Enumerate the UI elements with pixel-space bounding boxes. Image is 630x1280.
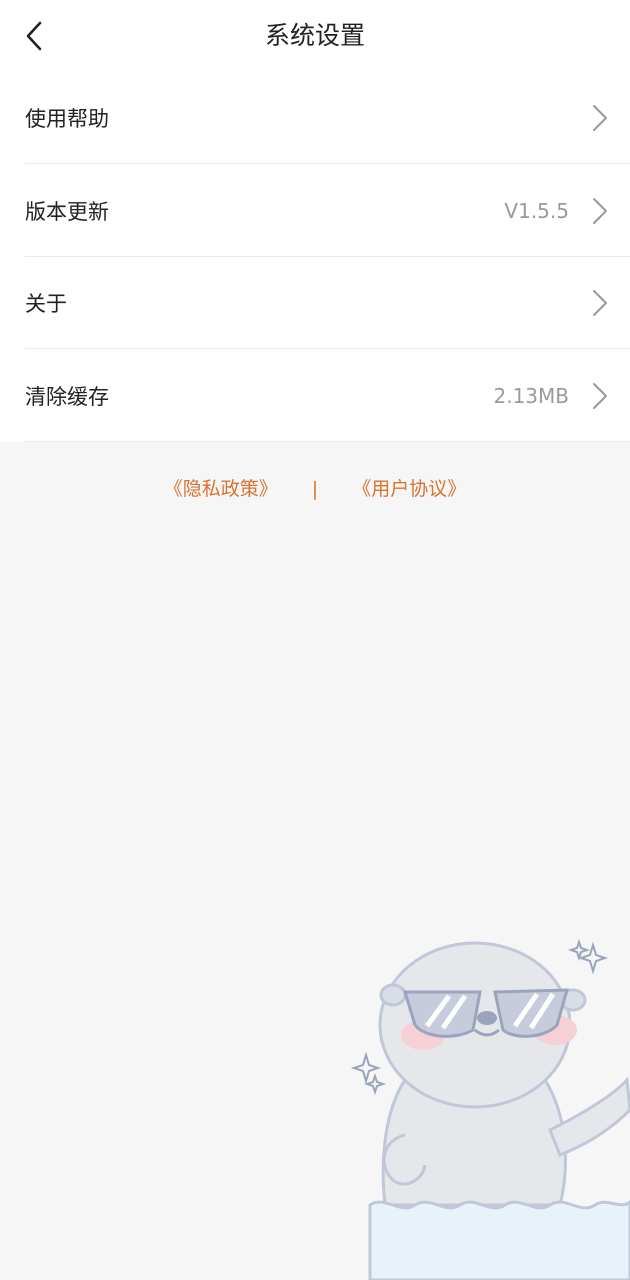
privacy-policy-link[interactable]: 《隐私政策》 [164,478,278,500]
chevron-right-icon [593,382,607,409]
settings-item-about[interactable]: 关于 [25,257,630,349]
chevron-right-icon [593,197,607,224]
link-separator: | [311,478,319,500]
page-title: 系统设置 [264,21,365,50]
settings-item-update[interactable]: 版本更新 V1.5.5 [25,165,630,257]
nav-bar: 系统设置 [0,0,630,72]
settings-item-label: 清除缓存 [25,384,109,409]
settings-panel: 系统设置 使用帮助 版本更新 V1.5.5 关于 清除缓存 2.13MB [0,0,630,442]
version-value: V1.5.5 [504,198,569,223]
settings-item-label: 使用帮助 [25,106,109,131]
legal-links: 《隐私政策》 | 《用户协议》 [0,476,630,502]
settings-item-label: 关于 [25,291,67,316]
otter-sunglasses-illustration [350,938,630,1280]
cache-size-value: 2.13MB [493,383,569,408]
settings-item-label: 版本更新 [25,199,109,224]
settings-item-clear-cache[interactable]: 清除缓存 2.13MB [25,350,630,442]
chevron-right-icon [593,104,607,131]
chevron-right-icon [593,289,607,316]
settings-item-help[interactable]: 使用帮助 [25,72,630,164]
user-agreement-link[interactable]: 《用户协议》 [352,478,466,500]
